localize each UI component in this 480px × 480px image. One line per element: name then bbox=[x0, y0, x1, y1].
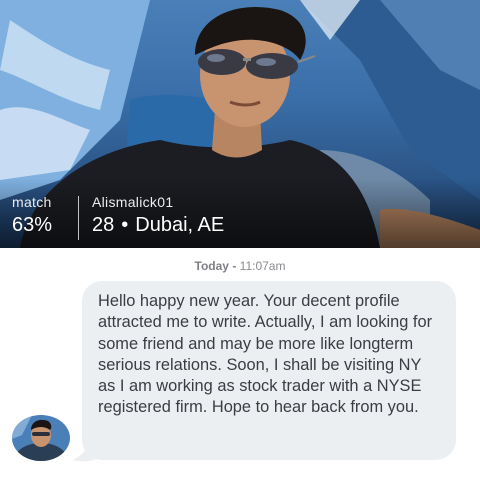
user-details: 28 • Dubai, AE bbox=[92, 214, 224, 237]
user-age: 28 bbox=[92, 214, 115, 236]
avatar-image bbox=[12, 415, 70, 461]
profile-photo[interactable]: match 63% Alismalick01 28 • Dubai, AE bbox=[0, 0, 480, 248]
profile-divider bbox=[78, 196, 79, 240]
photo-overlay bbox=[0, 178, 480, 248]
user-info-block: Alismalick01 28 • Dubai, AE bbox=[92, 194, 224, 237]
match-label: match bbox=[12, 194, 52, 210]
timestamp-separator: - bbox=[228, 259, 240, 273]
message-text: Hello happy new year. Your decent profil… bbox=[98, 292, 433, 417]
message-timestamp: Today - 11:07am bbox=[0, 259, 480, 273]
match-percentage: 63% bbox=[12, 214, 53, 236]
match-block: match 63% bbox=[12, 194, 52, 237]
message-bubble[interactable]: Hello happy new year. Your decent profil… bbox=[82, 281, 456, 460]
timestamp-day: Today bbox=[194, 259, 229, 273]
sender-avatar[interactable] bbox=[12, 415, 70, 461]
timestamp-time: 11:07am bbox=[239, 259, 286, 273]
details-separator: • bbox=[121, 214, 129, 236]
username: Alismalick01 bbox=[92, 194, 174, 210]
user-location: Dubai, AE bbox=[135, 214, 225, 236]
